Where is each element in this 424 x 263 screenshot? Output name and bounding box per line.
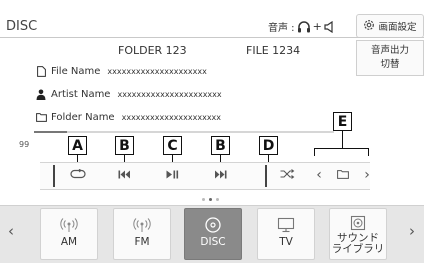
callout-d: D	[259, 136, 278, 155]
page-dot	[216, 198, 219, 201]
previous-track-button[interactable]	[101, 163, 147, 187]
folder-list-button[interactable]	[331, 163, 355, 187]
repeat-icon	[70, 168, 86, 182]
folder-name-value: xxxxxxxxxxxxxxxxxxxxx	[121, 113, 222, 122]
audio-output-switch-button[interactable]: 音声出力 切替	[356, 40, 424, 76]
person-icon	[35, 89, 47, 100]
folder-next-button[interactable]: ›	[358, 163, 376, 187]
shuffle-icon	[280, 168, 295, 182]
page-dot	[202, 198, 205, 201]
source-am-button[interactable]: AM	[40, 208, 98, 260]
tv-icon	[277, 213, 295, 237]
screen-settings-button[interactable]: 画面設定	[356, 14, 424, 38]
folder-icon	[35, 113, 47, 122]
callout-e: E	[333, 112, 352, 131]
speaker-icon	[324, 20, 334, 33]
control-separator-left	[53, 165, 55, 187]
artist-name-label: Artist Name	[51, 89, 111, 100]
sound-library-icon	[350, 213, 366, 233]
skip-next-icon	[214, 169, 227, 182]
source-disc-button[interactable]: DISC	[184, 208, 242, 260]
play-pause-icon	[166, 169, 179, 182]
gear-icon	[363, 19, 375, 34]
file-icon	[35, 66, 47, 77]
chevron-left-icon: ‹	[316, 167, 322, 183]
source-sound-library-label-2: ライブラリ	[331, 243, 385, 255]
screen-title: DISC	[6, 19, 38, 34]
disc-screen: DISC 音声 : + 画面設定 音声出力 切替 FOLDER 123 FILE…	[0, 0, 424, 263]
radio-wave-icon	[131, 213, 153, 237]
callout-b-prev: B	[115, 136, 134, 155]
callout-e-leader	[342, 131, 343, 148]
folder-name-row: Folder Name xxxxxxxxxxxxxxxxxxxxx	[35, 112, 221, 123]
next-track-button[interactable]	[197, 163, 243, 187]
progress-fill	[34, 131, 67, 133]
callout-b-next: B	[211, 136, 230, 155]
source-am-label: AM	[60, 236, 78, 248]
plus-icon: +	[312, 20, 322, 33]
control-separator-mid	[265, 165, 267, 187]
progress-bar[interactable]	[34, 131, 334, 133]
repeat-button[interactable]	[56, 163, 100, 187]
artist-name-value: xxxxxxxxxxxxxxxxxxxxxx	[117, 90, 222, 99]
file-name-label: File Name	[51, 66, 101, 77]
page-indicator	[202, 198, 219, 201]
callout-c: C	[163, 136, 182, 155]
file-number: FILE 1234	[246, 44, 301, 57]
chevron-right-icon: ›	[364, 167, 370, 183]
folder-name-label: Folder Name	[51, 112, 115, 123]
callout-a: A	[68, 136, 87, 155]
tray-scroll-left[interactable]: ‹	[8, 222, 14, 240]
file-name-value: xxxxxxxxxxxxxxxxxxxxx	[107, 67, 207, 76]
skip-previous-icon	[118, 169, 131, 182]
source-disc-label: DISC	[200, 236, 226, 248]
radio-wave-icon	[58, 213, 80, 237]
file-name-row: File Name xxxxxxxxxxxxxxxxxxxxx	[35, 66, 207, 77]
disc-icon	[204, 213, 222, 237]
artist-name-row: Artist Name xxxxxxxxxxxxxxxxxxxxxx	[35, 89, 222, 100]
audio-output-switch-label-2: 切替	[380, 59, 400, 70]
audio-output-indicator: 音声 : +	[268, 19, 334, 34]
source-tv-button[interactable]: TV	[257, 208, 315, 260]
page-dot-active	[209, 198, 212, 201]
shuffle-button[interactable]	[268, 163, 306, 187]
source-fm-label: FM	[134, 236, 150, 248]
source-fm-button[interactable]: FM	[113, 208, 171, 260]
source-sound-library-button[interactable]: サウンド ライブラリ	[329, 208, 387, 260]
elapsed-time: 99	[19, 140, 30, 149]
folder-number: FOLDER 123	[118, 44, 187, 57]
audio-output-label: 音声 :	[268, 23, 295, 34]
folder-previous-button[interactable]: ‹	[310, 163, 328, 187]
tray-scroll-right[interactable]: ›	[409, 222, 415, 240]
source-tv-label: TV	[279, 236, 293, 248]
headphones-icon	[297, 20, 311, 33]
play-pause-button[interactable]	[149, 163, 195, 187]
screen-settings-label: 画面設定	[378, 22, 417, 33]
callout-e-bracket	[314, 148, 369, 156]
header-divider	[0, 37, 424, 38]
folder-icon	[337, 169, 349, 182]
audio-output-switch-label-1: 音声出力	[370, 45, 409, 56]
